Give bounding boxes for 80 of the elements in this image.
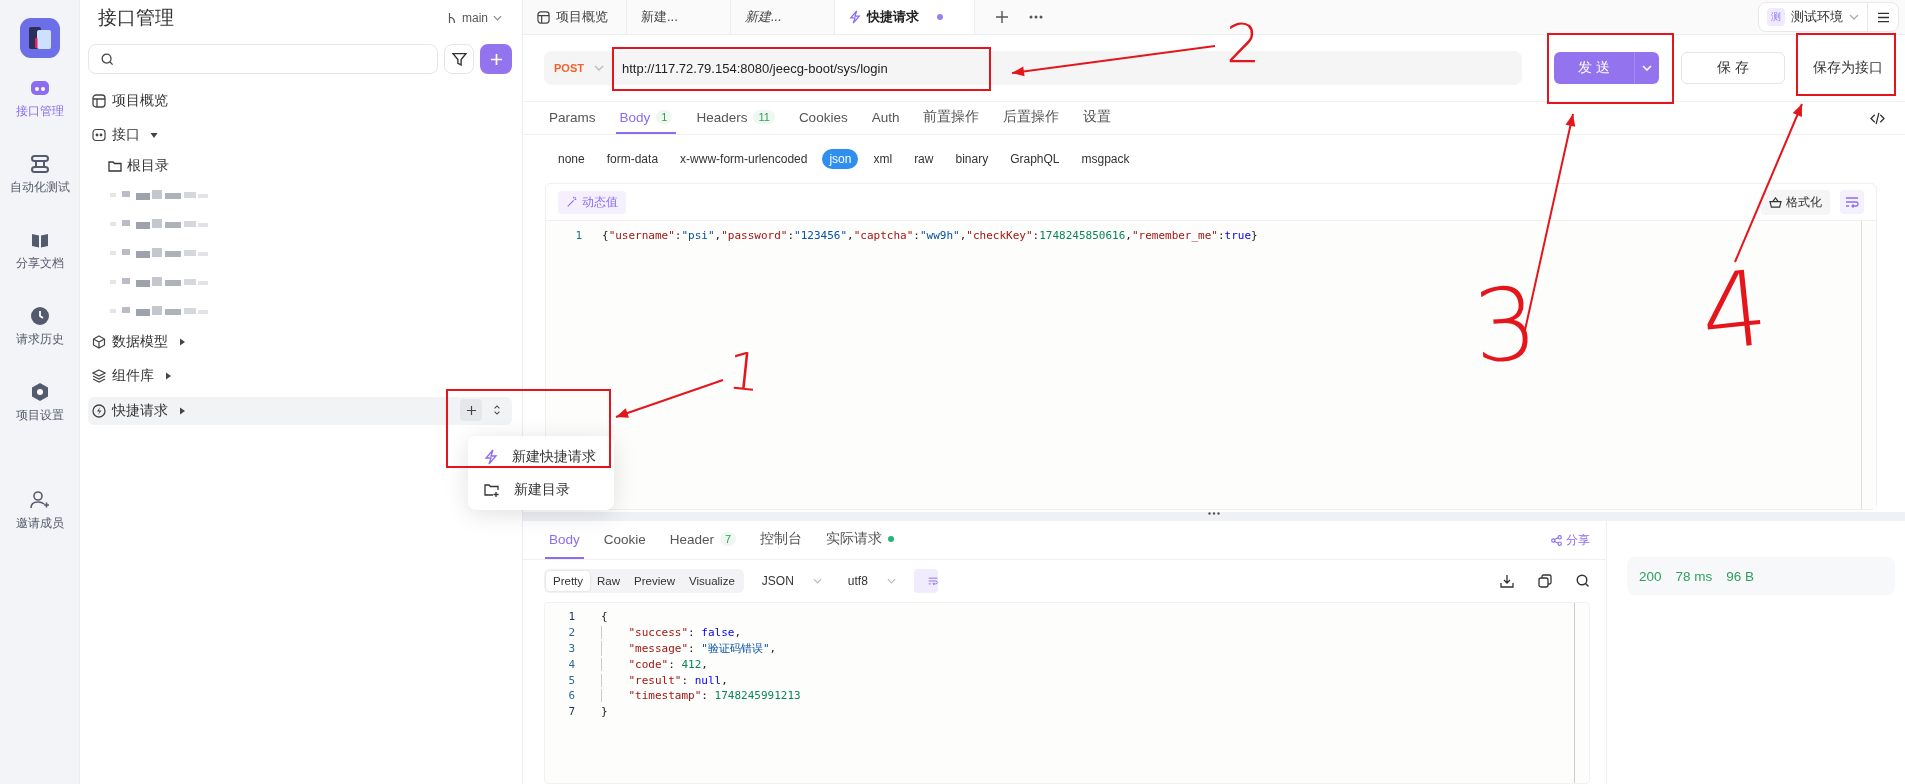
request-tab[interactable]: Headers 11 <box>692 102 779 134</box>
url-field[interactable]: http://117.72.79.154:8080/jeecg-boot/sys/login <box>621 60 888 76</box>
editor-tab[interactable]: 项目概览 <box>523 0 627 34</box>
menu-item[interactable]: 新建快捷请求 <box>472 440 610 473</box>
request-tab[interactable]: 后置操作 <box>999 102 1064 134</box>
rail-nav-item[interactable]: 请求历史 <box>15 306 64 382</box>
request-tab[interactable]: 前置操作 <box>919 102 984 134</box>
body-type-option[interactable]: binary <box>948 149 996 169</box>
environment-badge: 测 <box>1767 8 1785 26</box>
body-type-option[interactable]: form-data <box>599 149 666 169</box>
line-number: 3 <box>567 642 576 655</box>
request-tab[interactable]: Cookies <box>794 102 852 134</box>
editor-tab[interactable]: 新建... <box>627 0 731 34</box>
code-line: "timestamp": 1748245991213 <box>601 689 801 703</box>
annotation-number: 2 <box>1226 12 1261 75</box>
response-tab[interactable]: Body <box>545 521 584 559</box>
editor-tab[interactable]: 快捷请求 <box>835 0 975 34</box>
count-badge: 7 <box>720 532 737 546</box>
tree-item[interactable]: 接口 <box>88 118 512 152</box>
code-line: { <box>601 610 608 624</box>
body-type-option[interactable]: none <box>551 149 592 169</box>
request-tab[interactable]: Auth <box>867 102 904 134</box>
response-tab[interactable]: 实际请求 <box>822 521 899 559</box>
response-tab[interactable]: Cookie <box>599 521 650 559</box>
request-tab[interactable]: Body 1 <box>615 102 677 134</box>
line-number: 1 <box>567 610 576 624</box>
response-tab[interactable]: Header 7 <box>665 521 741 559</box>
annotation-number: 4 <box>1694 246 1774 375</box>
line-number: 1 <box>574 228 583 242</box>
request-tab[interactable]: Params <box>545 102 600 134</box>
menu-item[interactable]: 新建目录 <box>472 473 610 506</box>
count-badge: 1 <box>656 110 673 124</box>
tree-item[interactable]: 项目概览 <box>88 84 512 118</box>
body-type-option[interactable]: msgpack <box>1074 149 1137 169</box>
status-code: 200 <box>1639 568 1662 584</box>
body-type-option[interactable]: GraphQL <box>1003 149 1067 169</box>
code-line: } <box>601 705 608 719</box>
line-number: 6 <box>567 689 576 703</box>
rail-nav-item[interactable]: 项目设置 <box>15 382 64 458</box>
dynamic-value-button[interactable]: 动态值 <box>558 190 626 214</box>
annotation-number: 3 <box>1469 264 1542 386</box>
rail-nav-item[interactable]: 分享文档 <box>15 230 64 306</box>
view-mode-option[interactable]: Visualize <box>681 571 742 591</box>
body-type-option[interactable]: x-www-form-urlencoded <box>673 149 815 169</box>
tree-item[interactable]: 根目录 <box>88 152 512 180</box>
code-line: "result": null, <box>601 673 728 687</box>
line-number: 7 <box>567 705 576 719</box>
encoding-selector[interactable]: utf8 <box>839 574 904 588</box>
line-number: 2 <box>567 626 576 640</box>
response-time: 78 ms <box>1675 568 1713 584</box>
view-mode-option[interactable]: Preview <box>627 571 682 591</box>
response-size: 96 B <box>1726 568 1755 584</box>
body-type-option[interactable]: xml <box>866 149 900 169</box>
save-button[interactable]: 保 存 <box>1681 52 1785 84</box>
response-tab[interactable]: 控制台 <box>756 521 807 559</box>
count-badge: 11 <box>753 110 775 124</box>
tree-item[interactable]: 组件库 <box>88 359 512 393</box>
format-button[interactable]: 格式化 <box>1761 189 1830 215</box>
code-line: "code": 412, <box>601 657 708 671</box>
view-mode-option[interactable]: Raw <box>590 571 628 591</box>
code-line: "message": "验证码错误", <box>601 641 777 656</box>
line-number: 5 <box>567 673 576 687</box>
format-selector[interactable]: JSON <box>753 574 830 588</box>
branch-selector[interactable]: main <box>447 11 502 25</box>
line-number: 4 <box>567 657 576 671</box>
save-as-api-button[interactable]: 保存为接口 <box>1801 52 1895 84</box>
invite-members-button[interactable]: 邀请成员 <box>15 490 64 566</box>
annotation-number: 1 <box>724 340 764 404</box>
tree-item[interactable]: 数据模型 <box>88 325 512 359</box>
code-line: "success": false, <box>601 626 742 640</box>
request-tab[interactable]: 设置 <box>1079 102 1116 134</box>
panel-title: 接口管理 <box>98 6 174 30</box>
rail-nav-item[interactable]: 自动化测试 <box>9 154 70 230</box>
share-link[interactable]: 分享 <box>1551 531 1590 549</box>
tree-item[interactable]: 快捷请求 <box>88 397 512 425</box>
body-type-option[interactable]: raw <box>907 149 941 169</box>
rail-nav-item[interactable]: 接口管理 <box>15 78 64 154</box>
view-mode-option[interactable]: Pretty <box>546 571 591 591</box>
send-button[interactable]: 发 送 <box>1554 52 1635 84</box>
code-line: {"username":"psi","password":"123456","captcha":"ww9h","checkKey":1748245850616,"remember_me":true} <box>602 228 1258 242</box>
